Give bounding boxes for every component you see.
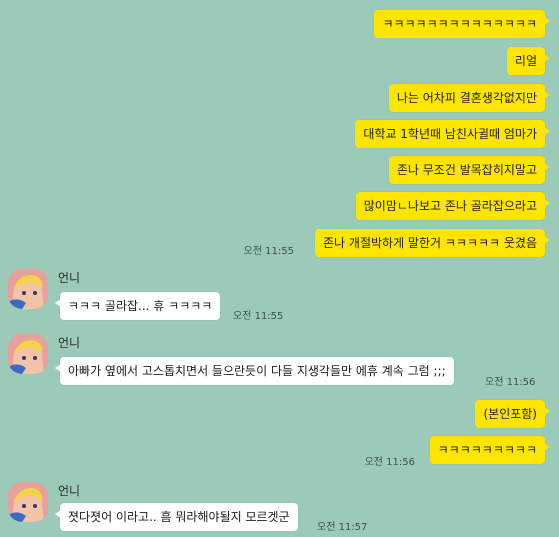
avatar[interactable]: [8, 269, 48, 309]
sender-name: 언니: [58, 336, 81, 350]
message-timestamp: 오전 11:55: [233, 311, 284, 322]
my-message-bubble[interactable]: 많이맘ㄴ나보고 존나 골라잡으라고: [355, 192, 551, 220]
sender-name: 언니: [58, 271, 81, 285]
their-message-bubble[interactable]: ㅋㅋㅋ 골라잡... 휴 ㅋㅋㅋㅋ: [54, 292, 221, 320]
my-message-bubble[interactable]: ㅋㅋㅋㅋㅋㅋㅋㅋㅋ: [429, 436, 551, 464]
sender-name: 언니: [58, 484, 81, 498]
my-message-bubble[interactable]: (본인포함): [475, 400, 550, 428]
message-timestamp: 오전 11:57: [317, 522, 368, 533]
my-message-bubble[interactable]: 존나 개절박하게 말한거 ㅋㅋㅋㅋㅋ 웃겼음: [315, 229, 550, 257]
message-timestamp: 오전 11:56: [485, 377, 536, 388]
avatar[interactable]: [8, 334, 48, 374]
my-message-bubble[interactable]: 존나 무조건 발목잡히지말고: [388, 156, 551, 184]
my-message-bubble[interactable]: ㅋㅋㅋㅋㅋㅋㅋㅋㅋㅋㅋㅋㅋㅋ: [374, 10, 550, 38]
their-message-bubble[interactable]: 졋다졋어 이라고.. 흠 뭐라해야될지 모르겟군: [55, 503, 298, 531]
my-message-bubble[interactable]: 나는 어차피 결혼생각없지만: [388, 84, 551, 112]
avatar[interactable]: [8, 482, 48, 522]
my-message-bubble[interactable]: 대학교 1학년때 남친사귈때 엄마가: [355, 120, 550, 148]
message-timestamp: 오전 11:55: [243, 246, 294, 257]
message-timestamp: 오전 11:56: [364, 457, 415, 468]
chat-area: ㅋㅋㅋㅋㅋㅋㅋㅋㅋㅋㅋㅋㅋㅋ 리얼 나는 어차피 결혼생각없지만 대학교 1학년…: [0, 0, 559, 537]
my-message-bubble[interactable]: 리얼: [506, 47, 551, 75]
their-message-bubble[interactable]: 아빠가 옆에서 고스톱치면서 들으란듯이 다들 지생각들만 에휴 계속 그럼 ;…: [55, 357, 454, 385]
